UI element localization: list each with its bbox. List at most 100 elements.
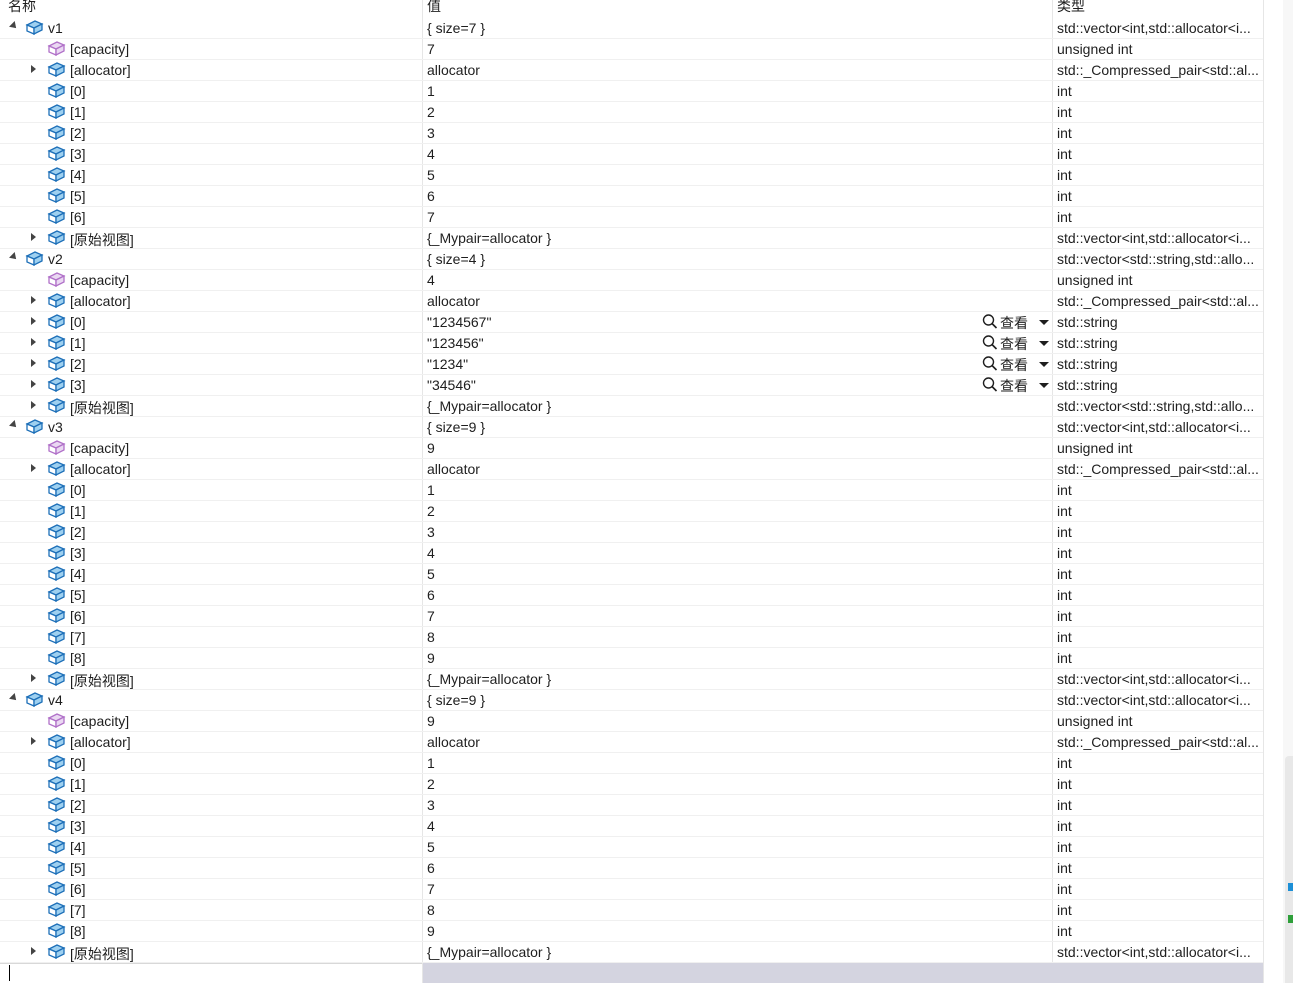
column-header-value[interactable]: 值 — [427, 0, 441, 16]
watch-row[interactable]: [allocator] allocator std::_Compressed_pai… — [0, 291, 1263, 312]
watch-row[interactable]: [3] 4 int — [0, 816, 1263, 837]
watch-row[interactable]: [5] 6 int — [0, 585, 1263, 606]
watch-row[interactable]: [allocator] allocator std::_Compressed_pai… — [0, 732, 1263, 753]
variable-value[interactable]: "123456" — [427, 335, 967, 351]
watch-row[interactable]: [1] 2 int — [0, 102, 1263, 123]
watch-row[interactable]: v4 { size=9 } std::vector<int,std::allocat… — [0, 690, 1263, 711]
expand-arrow-icon[interactable] — [31, 464, 36, 472]
variable-value[interactable]: allocator — [427, 62, 967, 78]
watch-row[interactable]: [capacity] 7 unsigned int — [0, 39, 1263, 60]
variable-value[interactable]: 4 — [427, 818, 967, 834]
watch-row[interactable]: [capacity] 4 unsigned int — [0, 270, 1263, 291]
variable-value[interactable]: allocator — [427, 293, 967, 309]
text-visualizer-button[interactable]: 查看 — [982, 334, 1050, 352]
watch-row[interactable]: [4] 5 int — [0, 837, 1263, 858]
expand-arrow-icon[interactable] — [31, 674, 36, 682]
variable-value[interactable]: "34546" — [427, 377, 967, 393]
watch-row[interactable]: [原始视图] {_Mypair=allocator } std::vector<in… — [0, 228, 1263, 249]
variable-value[interactable]: 7 — [427, 41, 967, 57]
variable-value[interactable]: 1 — [427, 482, 967, 498]
watch-row[interactable]: [0] 1 int — [0, 81, 1263, 102]
collapse-arrow-icon[interactable] — [9, 252, 19, 262]
watch-row[interactable]: [5] 6 int — [0, 858, 1263, 879]
watch-row[interactable]: [7] 8 int — [0, 627, 1263, 648]
watch-row[interactable]: [6] 7 int — [0, 606, 1263, 627]
watch-row[interactable]: [3] 4 int — [0, 543, 1263, 564]
watch-row[interactable]: [0] 1 int — [0, 753, 1263, 774]
watch-row[interactable]: [原始视图] {_Mypair=allocator } std::vector<in… — [0, 669, 1263, 690]
expand-arrow-icon[interactable] — [31, 65, 36, 73]
variable-value[interactable]: 2 — [427, 503, 967, 519]
variable-value[interactable]: 6 — [427, 587, 967, 603]
dropdown-caret-icon[interactable] — [1039, 320, 1049, 325]
expand-arrow-icon[interactable] — [31, 233, 36, 241]
watch-row[interactable]: [1] 2 int — [0, 774, 1263, 795]
collapse-arrow-icon[interactable] — [9, 21, 19, 31]
watch-row[interactable]: [capacity] 9 unsigned int — [0, 438, 1263, 459]
expand-arrow-icon[interactable] — [31, 338, 36, 346]
variable-value[interactable]: { size=9 } — [427, 419, 967, 435]
scrollbar-thumb[interactable] — [1285, 756, 1293, 983]
watch-row[interactable]: [原始视图] {_Mypair=allocator } std::vector<in… — [0, 942, 1263, 963]
watch-row[interactable]: [3] "34546" 查看 std::string — [0, 375, 1263, 396]
watch-row[interactable]: [allocator] allocator std::_Compressed_pai… — [0, 459, 1263, 480]
variable-value[interactable]: 2 — [427, 104, 967, 120]
variable-value[interactable]: 4 — [427, 545, 967, 561]
watch-row[interactable]: v2 { size=4 } std::vector<std::string,std:… — [0, 249, 1263, 270]
variable-value[interactable]: 9 — [427, 650, 967, 666]
variable-value[interactable]: allocator — [427, 461, 967, 477]
expand-arrow-icon[interactable] — [31, 380, 36, 388]
watch-row[interactable]: v1 { size=7 } std::vector<int,std::allocat… — [0, 18, 1263, 39]
variable-value[interactable]: {_Mypair=allocator } — [427, 671, 967, 687]
variable-value[interactable]: 9 — [427, 713, 967, 729]
variable-value[interactable]: 5 — [427, 167, 967, 183]
text-visualizer-button[interactable]: 查看 — [982, 355, 1050, 373]
variable-value[interactable]: 3 — [427, 797, 967, 813]
watch-row[interactable]: [1] "123456" 查看 std::string — [0, 333, 1263, 354]
expand-arrow-icon[interactable] — [31, 359, 36, 367]
variable-value[interactable]: {_Mypair=allocator } — [427, 944, 967, 960]
watch-row[interactable]: [allocator] allocator std::_Compressed_pai… — [0, 60, 1263, 81]
variable-value[interactable]: 2 — [427, 776, 967, 792]
watch-row[interactable]: [1] 2 int — [0, 501, 1263, 522]
variable-value[interactable]: "1234567" — [427, 314, 967, 330]
variable-value[interactable]: 7 — [427, 209, 967, 225]
variable-value[interactable]: 7 — [427, 881, 967, 897]
watch-row[interactable]: [2] 3 int — [0, 123, 1263, 144]
variable-value[interactable]: 3 — [427, 125, 967, 141]
dropdown-caret-icon[interactable] — [1039, 341, 1049, 346]
variable-value[interactable]: {_Mypair=allocator } — [427, 398, 967, 414]
variable-value[interactable]: 3 — [427, 524, 967, 540]
variable-value[interactable]: 8 — [427, 629, 967, 645]
column-header-name[interactable]: 名称 — [8, 0, 36, 16]
watch-row[interactable]: [2] 3 int — [0, 522, 1263, 543]
variable-value[interactable]: { size=7 } — [427, 20, 967, 36]
new-watch-name-input[interactable] — [0, 963, 422, 984]
watch-row[interactable]: [0] 1 int — [0, 480, 1263, 501]
variable-value[interactable]: "1234" — [427, 356, 967, 372]
watch-row[interactable]: [7] 8 int — [0, 900, 1263, 921]
variable-value[interactable]: 4 — [427, 146, 967, 162]
watch-row[interactable]: [6] 7 int — [0, 879, 1263, 900]
variable-value[interactable]: 5 — [427, 839, 967, 855]
text-visualizer-button[interactable]: 查看 — [982, 313, 1050, 331]
variable-value[interactable]: 6 — [427, 860, 967, 876]
watch-row[interactable]: [4] 5 int — [0, 165, 1263, 186]
watch-row[interactable]: [5] 6 int — [0, 186, 1263, 207]
dropdown-caret-icon[interactable] — [1039, 383, 1049, 388]
collapse-arrow-icon[interactable] — [9, 420, 19, 430]
watch-row[interactable]: [8] 9 int — [0, 648, 1263, 669]
dropdown-caret-icon[interactable] — [1039, 362, 1049, 367]
variable-value[interactable]: { size=9 } — [427, 692, 967, 708]
variable-value[interactable]: { size=4 } — [427, 251, 967, 267]
expand-arrow-icon[interactable] — [31, 737, 36, 745]
column-header-type[interactable]: 类型 — [1057, 0, 1085, 16]
variable-value[interactable]: 7 — [427, 608, 967, 624]
expand-arrow-icon[interactable] — [31, 317, 36, 325]
variable-value[interactable]: 5 — [427, 566, 967, 582]
watch-row[interactable]: [8] 9 int — [0, 921, 1263, 942]
expand-arrow-icon[interactable] — [31, 401, 36, 409]
expand-arrow-icon[interactable] — [31, 296, 36, 304]
text-visualizer-button[interactable]: 查看 — [982, 376, 1050, 394]
variable-value[interactable]: 1 — [427, 755, 967, 771]
